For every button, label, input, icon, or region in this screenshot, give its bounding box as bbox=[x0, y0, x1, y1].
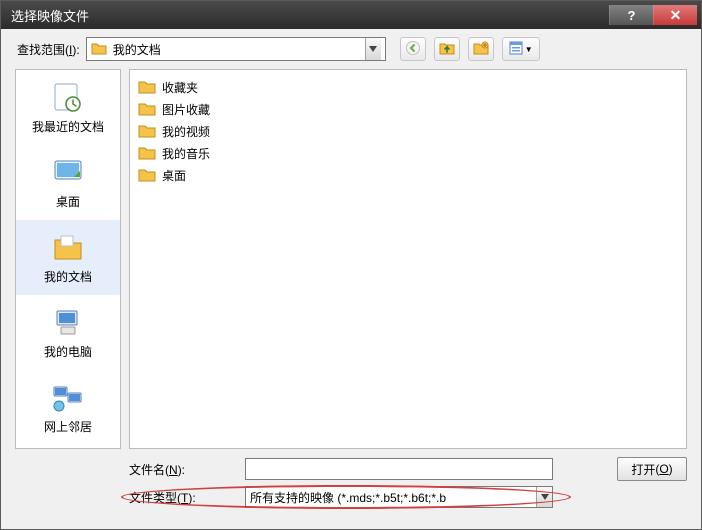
chevron-down-icon[interactable] bbox=[365, 38, 381, 60]
folder-icon bbox=[138, 123, 156, 139]
folder-icon bbox=[91, 41, 107, 57]
place-label: 桌面 bbox=[56, 193, 80, 210]
place-label: 我的文档 bbox=[44, 268, 92, 285]
file-dialog: 选择映像文件 ? ✕ 查找范围(I): 我的文档 bbox=[0, 0, 702, 530]
item-label: 桌面 bbox=[162, 167, 186, 184]
network-icon bbox=[51, 380, 85, 414]
list-item[interactable]: 我的视频 bbox=[138, 120, 678, 142]
item-label: 我的视频 bbox=[162, 123, 210, 140]
titlebar: 选择映像文件 ? ✕ bbox=[1, 1, 701, 29]
chevron-down-icon: ▼ bbox=[525, 45, 533, 54]
views-icon bbox=[509, 41, 523, 58]
place-network[interactable]: 网上邻居 bbox=[16, 370, 120, 445]
look-in-combo[interactable]: 我的文档 bbox=[86, 37, 386, 61]
place-desktop[interactable]: 桌面 bbox=[16, 145, 120, 220]
item-label: 图片收藏 bbox=[162, 101, 210, 118]
place-mycomputer[interactable]: 我的电脑 bbox=[16, 295, 120, 370]
file-type-combo[interactable]: 所有支持的映像 (*.mds;*.b5t;*.b6t;*.b bbox=[245, 486, 553, 508]
list-item[interactable]: 桌面 bbox=[138, 164, 678, 186]
list-item[interactable]: 图片收藏 bbox=[138, 98, 678, 120]
help-button[interactable]: ? bbox=[609, 5, 653, 25]
new-folder-button[interactable] bbox=[468, 37, 494, 61]
recent-icon bbox=[51, 80, 85, 114]
up-button[interactable] bbox=[434, 37, 460, 61]
file-type-row: 文件类型(T): 所有支持的映像 (*.mds;*.b5t;*.b6t;*.b bbox=[129, 483, 687, 511]
folder-icon bbox=[138, 167, 156, 183]
file-name-row: 文件名(N): 打开(O) bbox=[129, 455, 687, 483]
place-recent[interactable]: 我最近的文档 bbox=[16, 70, 120, 145]
place-label: 网上邻居 bbox=[44, 418, 92, 435]
folder-icon bbox=[138, 101, 156, 117]
file-name-input[interactable] bbox=[245, 458, 553, 480]
list-item[interactable]: 收藏夹 bbox=[138, 76, 678, 98]
item-label: 收藏夹 bbox=[162, 79, 198, 96]
up-icon bbox=[439, 41, 455, 58]
place-label: 我最近的文档 bbox=[32, 118, 104, 135]
close-button[interactable]: ✕ bbox=[653, 5, 697, 25]
back-button[interactable] bbox=[400, 37, 426, 61]
file-type-value: 所有支持的映像 (*.mds;*.b5t;*.b6t;*.b bbox=[250, 489, 536, 506]
place-label: 我的电脑 bbox=[44, 343, 92, 360]
chevron-down-icon[interactable] bbox=[536, 487, 552, 507]
file-list[interactable]: 收藏夹 图片收藏 我的视频 我的音乐 桌面 bbox=[129, 69, 687, 449]
places-bar: 我最近的文档 桌面 我的文档 我的电脑 网上邻居 bbox=[15, 69, 121, 449]
place-mydocs[interactable]: 我的文档 bbox=[16, 220, 120, 295]
folder-icon bbox=[138, 79, 156, 95]
mydocs-icon bbox=[51, 230, 85, 264]
dialog-footer: 文件名(N): 打开(O) 文件类型(T): 所有支持的映像 (*.mds;*.… bbox=[1, 449, 701, 511]
item-label: 我的音乐 bbox=[162, 145, 210, 162]
look-in-value: 我的文档 bbox=[113, 41, 359, 58]
nav-toolbar: ▼ bbox=[400, 37, 540, 61]
list-item[interactable]: 我的音乐 bbox=[138, 142, 678, 164]
views-button[interactable]: ▼ bbox=[502, 37, 540, 61]
desktop-icon bbox=[51, 155, 85, 189]
toolbar-row: 查找范围(I): 我的文档 bbox=[1, 29, 701, 69]
window-title: 选择映像文件 bbox=[11, 6, 609, 25]
dialog-body: 我最近的文档 桌面 我的文档 我的电脑 网上邻居 收藏夹 bbox=[1, 69, 701, 449]
back-icon bbox=[406, 41, 420, 58]
new-folder-icon bbox=[473, 41, 489, 58]
folder-icon bbox=[138, 145, 156, 161]
open-button[interactable]: 打开(O) bbox=[617, 457, 687, 481]
file-name-label: 文件名(N): bbox=[129, 461, 237, 478]
look-in-label: 查找范围(I): bbox=[17, 41, 80, 58]
close-icon: ✕ bbox=[670, 7, 682, 24]
file-type-label: 文件类型(T): bbox=[129, 489, 237, 506]
computer-icon bbox=[51, 305, 85, 339]
